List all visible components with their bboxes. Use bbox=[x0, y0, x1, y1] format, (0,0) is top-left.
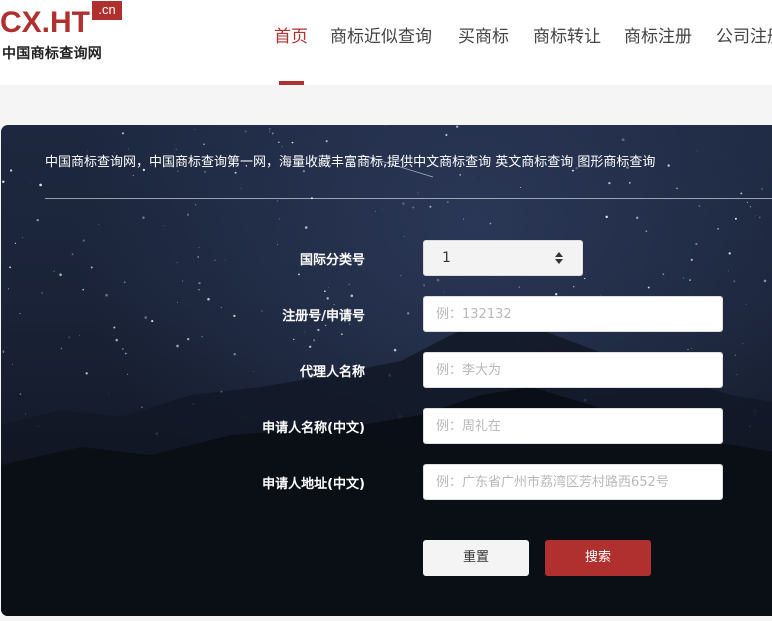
address-label: 申请人地址(中文) bbox=[262, 477, 365, 492]
agent-label: 代理人名称 bbox=[299, 365, 365, 380]
logo-cn-badge: .cn bbox=[92, 1, 122, 20]
reset-button[interactable]: 重置 bbox=[423, 540, 529, 576]
applicant-label: 申请人名称(中文) bbox=[262, 421, 365, 436]
logo-wordmark: CX.HT bbox=[0, 6, 90, 39]
reg-no-input[interactable] bbox=[423, 296, 723, 332]
class-select[interactable]: 1 bbox=[423, 240, 583, 276]
site-header: CX.HT .cn 中国商标查询网 首页 商标近似查询 买商标 商标转让 商标注… bbox=[0, 0, 772, 85]
site-logo[interactable]: CX.HT .cn 中国商标查询网 bbox=[0, 0, 130, 70]
reg-no-label: 注册号/申请号 bbox=[282, 309, 365, 324]
applicant-input[interactable] bbox=[423, 408, 723, 444]
nav-active-indicator bbox=[279, 81, 304, 85]
search-button[interactable]: 搜索 bbox=[545, 540, 651, 576]
nav-item-register[interactable]: 商标注册 bbox=[624, 22, 692, 47]
class-label: 国际分类号 bbox=[299, 253, 365, 268]
nav-item-transfer[interactable]: 商标转让 bbox=[533, 22, 601, 47]
nav-item-buy-trademark[interactable]: 买商标 bbox=[458, 22, 509, 47]
logo-subtitle: 中国商标查询网 bbox=[2, 46, 103, 62]
nav-item-similar-search[interactable]: 商标近似查询 bbox=[330, 22, 432, 47]
divider bbox=[45, 198, 772, 199]
search-panel: 中国商标查询网，中国商标查询第一网，海量收藏丰富商标,提供中文商标查询 英文商标… bbox=[1, 125, 772, 616]
site-description: 中国商标查询网，中国商标查询第一网，海量收藏丰富商标,提供中文商标查询 英文商标… bbox=[45, 155, 656, 170]
address-input[interactable] bbox=[423, 464, 723, 500]
nav-item-company[interactable]: 公司注册 bbox=[716, 22, 772, 47]
nav-item-home[interactable]: 首页 bbox=[274, 22, 308, 47]
agent-input[interactable] bbox=[423, 352, 723, 388]
class-select-value: 1 bbox=[442, 250, 451, 266]
updown-arrows-icon bbox=[555, 252, 563, 264]
